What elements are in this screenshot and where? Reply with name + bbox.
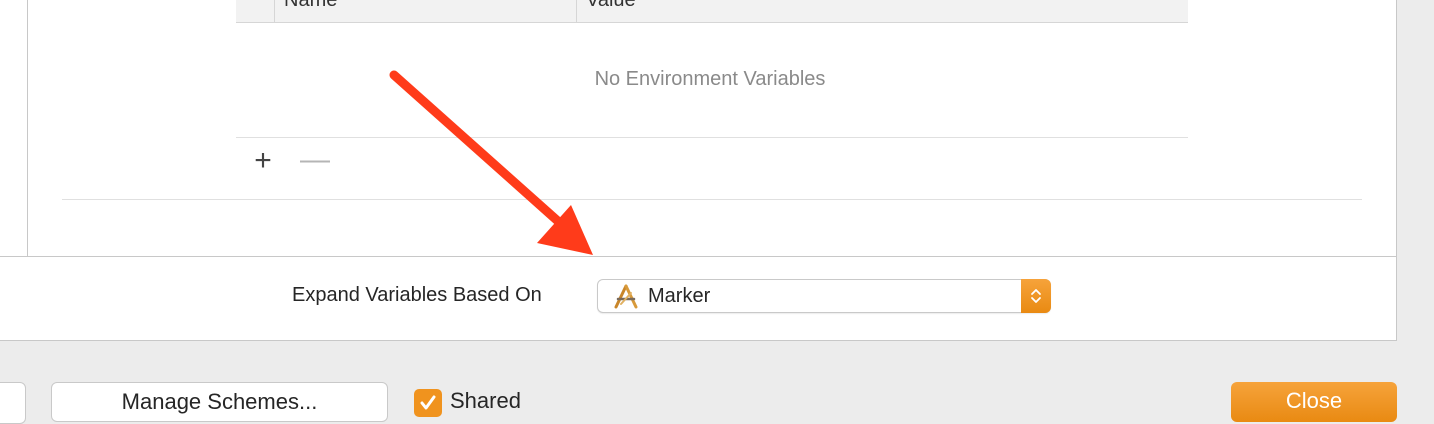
column-header-name[interactable]: Name — [284, 0, 337, 12]
expand-variables-popup[interactable]: Marker — [597, 279, 1051, 313]
shared-label: Shared — [450, 388, 521, 413]
scheme-editor-panel: Name Value No Environment Variables + — … — [0, 0, 1397, 341]
panel-left-border — [27, 0, 28, 256]
column-header-value[interactable]: Value — [586, 0, 636, 12]
manage-schemes-button[interactable]: Manage Schemes... — [51, 382, 388, 422]
close-button[interactable]: Close — [1231, 382, 1397, 422]
annotation-arrow — [389, 70, 593, 255]
shared-checkbox[interactable] — [414, 389, 442, 417]
expand-variables-value: Marker — [648, 285, 711, 307]
manage-schemes-label: Manage Schemes... — [121, 389, 318, 414]
partial-button[interactable] — [0, 382, 26, 424]
close-button-label: Close — [1285, 388, 1343, 413]
empty-table-message: No Environment Variables — [594, 68, 826, 90]
env-table-header: Name Value — [236, 0, 1188, 23]
app-target-icon — [614, 284, 638, 309]
expand-variables-label: Expand Variables Based On — [292, 284, 542, 306]
column-divider — [274, 0, 275, 22]
table-divider — [236, 137, 1188, 138]
add-variable-button[interactable]: + — [250, 146, 276, 176]
remove-variable-button[interactable]: — — [300, 145, 330, 175]
column-divider — [576, 0, 577, 22]
section-divider — [62, 199, 1362, 200]
chevron-updown-icon — [1031, 289, 1041, 303]
popup-arrows[interactable] — [1021, 279, 1051, 313]
section-divider — [0, 256, 1397, 257]
checkmark-icon — [420, 395, 436, 410]
